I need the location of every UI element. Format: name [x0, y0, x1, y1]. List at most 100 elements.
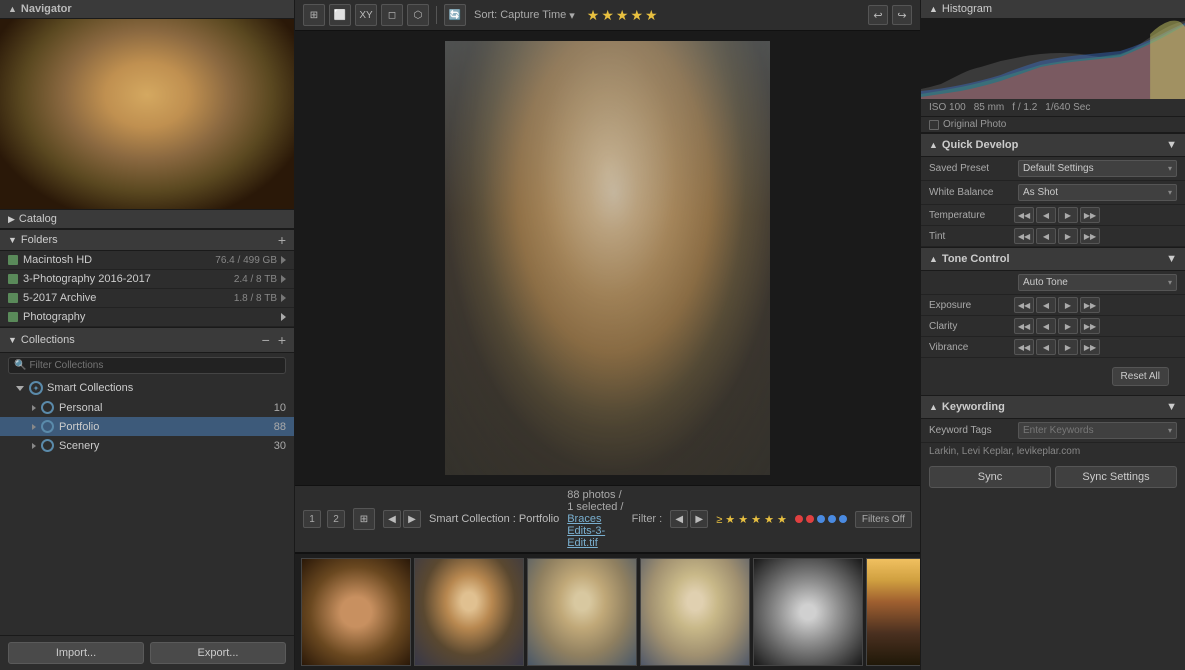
camera-lens: 85 mm	[974, 102, 1005, 113]
folders-add-button[interactable]: +	[278, 233, 286, 247]
main-photo	[445, 41, 771, 475]
smart-collections-triangle	[16, 386, 24, 391]
sort-value[interactable]: Capture Time	[500, 9, 566, 21]
tone-control-dropdown[interactable]: Auto Tone ▾	[1018, 274, 1177, 291]
tint-adj-btns: ◀◀ ◀ ▶ ▶▶	[1014, 228, 1100, 244]
saved-preset-label: Saved Preset	[929, 163, 1014, 174]
tint-dec-small[interactable]: ◀	[1036, 228, 1056, 244]
temp-dec-large[interactable]: ◀◀	[1014, 207, 1034, 223]
sync-button[interactable]: Sync	[929, 466, 1051, 488]
keywording-header[interactable]: ▲ Keywording ▼	[921, 395, 1185, 419]
camera-aperture: f / 1.2	[1012, 102, 1037, 113]
catalog-header[interactable]: ▶ Catalog	[0, 209, 294, 229]
photo-count: 88 photos / 1 selected /	[567, 489, 623, 513]
vibrance-inc-small[interactable]: ▶	[1058, 339, 1078, 355]
camera-iso: ISO 100	[929, 102, 966, 113]
filters-off-label[interactable]: Filters Off	[855, 511, 912, 528]
collections-plus-button[interactable]: +	[278, 333, 286, 347]
folder-item-0[interactable]: Macintosh HD 76.4 / 499 GB	[0, 251, 294, 270]
status-grid-button[interactable]: ⊞	[353, 508, 375, 530]
tint-inc-small[interactable]: ▶	[1058, 228, 1078, 244]
navigator-label: Navigator	[21, 3, 72, 15]
film-thumb-6[interactable]	[866, 558, 920, 666]
collections-minus-button[interactable]: −	[262, 333, 270, 347]
star-4: ★	[630, 7, 643, 24]
smart-collections-header[interactable]: ✦ Smart Collections	[0, 378, 294, 398]
clarity-inc-large[interactable]: ▶▶	[1080, 318, 1100, 334]
film-thumb-3[interactable]	[527, 558, 637, 666]
nav-next-button[interactable]: ↪	[892, 5, 912, 25]
dot-4	[828, 515, 836, 523]
reset-all-button[interactable]: Reset All	[1112, 367, 1169, 386]
folder-item-2[interactable]: 5-2017 Archive 1.8 / 8 TB	[0, 289, 294, 308]
keyword-placeholder: Enter Keywords	[1023, 425, 1094, 436]
white-balance-dropdown[interactable]: As Shot ▾	[1018, 184, 1177, 201]
people-view-button[interactable]: ⬡	[407, 4, 429, 26]
toolbar-right: ↩ ↪	[868, 5, 912, 25]
status-back-button[interactable]: ◀	[383, 510, 401, 528]
vibrance-dec-small[interactable]: ◀	[1036, 339, 1056, 355]
export-button[interactable]: Export...	[150, 642, 286, 664]
film-thumb-inner-2	[415, 559, 523, 665]
exp-dec-large[interactable]: ◀◀	[1014, 297, 1034, 313]
vibrance-dec-large[interactable]: ◀◀	[1014, 339, 1034, 355]
loupe-view-button[interactable]: ⬜	[329, 4, 351, 26]
import-button[interactable]: Import...	[8, 642, 144, 664]
folder-icon-2	[8, 293, 18, 303]
clarity-dec-large[interactable]: ◀◀	[1014, 318, 1034, 334]
vibrance-row: Vibrance ◀◀ ◀ ▶ ▶▶	[921, 337, 1185, 358]
vibrance-inc-large[interactable]: ▶▶	[1080, 339, 1100, 355]
catalog-section: ▶ Catalog	[0, 209, 294, 229]
folder-item-3[interactable]: Photography	[0, 308, 294, 327]
navigator-header[interactable]: ▲ Navigator	[0, 0, 294, 19]
folder-size-0: 76.4 / 499 GB	[215, 255, 277, 266]
exp-dec-small[interactable]: ◀	[1036, 297, 1056, 313]
clarity-dec-small[interactable]: ◀	[1036, 318, 1056, 334]
folders-header[interactable]: ▼ Folders +	[0, 229, 294, 251]
clarity-inc-small[interactable]: ▶	[1058, 318, 1078, 334]
collections-filter-input[interactable]	[29, 360, 280, 371]
temp-inc-small[interactable]: ▶	[1058, 207, 1078, 223]
folders-label: Folders	[21, 234, 58, 246]
collections-header[interactable]: ▼ Collections − +	[0, 327, 294, 353]
saved-preset-dropdown[interactable]: Default Settings ▾	[1018, 160, 1177, 177]
film-thumb-1[interactable]	[301, 558, 411, 666]
filter-icon: 🔍	[14, 360, 26, 371]
star-2: ★	[601, 7, 614, 24]
film-thumb-5[interactable]	[753, 558, 863, 666]
collection-item-personal[interactable]: Personal 10	[0, 398, 294, 417]
tint-row: Tint ◀◀ ◀ ▶ ▶▶	[921, 226, 1185, 247]
compare-view-button[interactable]: XY	[355, 4, 377, 26]
keyword-tags-input[interactable]: Enter Keywords ▾	[1018, 422, 1177, 439]
collection-item-portfolio[interactable]: Portfolio 88	[0, 417, 294, 436]
grid-view-button[interactable]: ⊞	[303, 4, 325, 26]
folder-item-1[interactable]: 3-Photography 2016-2017 2.4 / 8 TB	[0, 270, 294, 289]
histogram-section: ▲ Histogram ISO 1	[921, 0, 1185, 133]
exp-inc-small[interactable]: ▶	[1058, 297, 1078, 313]
filter-back-button[interactable]: ◀	[670, 510, 688, 528]
tint-inc-large[interactable]: ▶▶	[1080, 228, 1100, 244]
tone-control-header[interactable]: ▲ Tone Control ▼	[921, 247, 1185, 271]
page-2-button[interactable]: 2	[327, 510, 345, 528]
sync-settings-button[interactable]: Sync Settings	[1055, 466, 1177, 488]
original-photo-checkbox[interactable]	[929, 120, 939, 130]
spray-can-button[interactable]: 🔄	[444, 4, 466, 26]
collection-item-scenery[interactable]: Scenery 30	[0, 436, 294, 455]
survey-view-button[interactable]: ◻	[381, 4, 403, 26]
exp-inc-large[interactable]: ▶▶	[1080, 297, 1100, 313]
quick-develop-arrow: ▼	[1166, 139, 1177, 151]
collection-icon-personal	[41, 401, 54, 414]
tint-dec-large[interactable]: ◀◀	[1014, 228, 1034, 244]
quick-develop-header[interactable]: ▲ Quick Develop ▼	[921, 133, 1185, 157]
film-thumb-2[interactable]	[414, 558, 524, 666]
filter-forward-button[interactable]: ▶	[690, 510, 708, 528]
vibrance-label: Vibrance	[929, 342, 1014, 353]
film-thumb-4[interactable]	[640, 558, 750, 666]
temp-dec-small[interactable]: ◀	[1036, 207, 1056, 223]
status-forward-button[interactable]: ▶	[403, 510, 421, 528]
page-1-button[interactable]: 1	[303, 510, 321, 528]
nav-prev-button[interactable]: ↩	[868, 5, 888, 25]
file-info: 88 photos / 1 selected / Braces Edits-3-…	[567, 489, 623, 549]
temp-inc-large[interactable]: ▶▶	[1080, 207, 1100, 223]
histogram-header[interactable]: ▲ Histogram	[921, 0, 1185, 19]
